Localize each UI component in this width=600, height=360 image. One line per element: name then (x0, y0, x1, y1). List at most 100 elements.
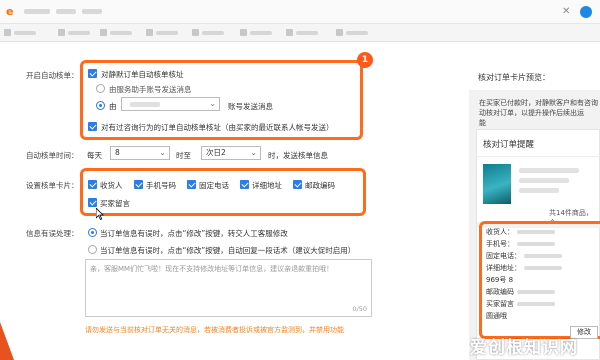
blurred-text (519, 168, 579, 173)
time-from-value: 8 (115, 148, 120, 157)
browser-top-bar: e ✕ (0, 0, 600, 24)
blurred-text (202, 31, 224, 35)
nav-item[interactable] (192, 28, 232, 38)
preview-desc-line: 动核对订单，以提升操作后续出运 (479, 109, 584, 117)
nav-item[interactable] (146, 28, 186, 38)
checkbox-consignee[interactable] (88, 180, 97, 189)
watermark: 爱创根知识网 (470, 338, 578, 358)
nav-icon (240, 29, 247, 36)
auto-verify-checkbox-label: 对静默订单自动核单核址 (101, 70, 184, 79)
blurred-value (517, 242, 555, 246)
error-handling-label: 信息有误处理： (26, 229, 79, 238)
time-from-select[interactable]: 8 ⌄ (110, 146, 170, 160)
blurred-text (156, 31, 178, 35)
blurred-text (56, 9, 76, 14)
close-icon[interactable]: ✕ (562, 6, 574, 18)
radio-manual-fix[interactable] (88, 228, 97, 237)
nav-item[interactable] (286, 28, 326, 38)
buyer-info-box: 收货人： 手机号： 固定电话： 详细地址： 969号 8 邮政编码 买家留言 圆… (479, 221, 600, 339)
card-title: 核对订单提醒 (483, 140, 535, 150)
checkbox-postcode[interactable] (293, 180, 302, 189)
checkbox-address[interactable] (240, 180, 249, 189)
blurred-text (296, 31, 318, 35)
decorative-corner (0, 322, 14, 360)
radio-custom-account[interactable] (96, 101, 105, 110)
warning-text: 请勿发送与当前核对订单无关的消息，若被消费者投诉或被官方监测到，并禁用功能 (85, 326, 344, 334)
card-item-label: 买家留言 (100, 199, 130, 208)
info-row: 圆通哦 (486, 311, 507, 321)
card-item-label: 手机号码 (146, 181, 176, 190)
nav-icon (146, 29, 153, 36)
preview-desc-line: 能 (479, 119, 486, 127)
textarea-placeholder: 亲，客服MM们忙飞啦！现在不支持修改地址等订单信息，建议亲退款重拍哦！ (90, 265, 334, 273)
time-prefix: 每天 (87, 151, 102, 160)
info-row: 详细地址： (486, 263, 562, 273)
nav-icon (286, 29, 293, 36)
auto-verify-checkbox[interactable] (88, 69, 97, 78)
info-row: 买家留言 (486, 299, 555, 309)
time-to-value: 次日2 (206, 148, 226, 157)
blurred-text (346, 31, 368, 35)
info-label: 圆通哦 (486, 312, 507, 320)
blurred-value (517, 302, 555, 306)
nav-item[interactable] (100, 28, 140, 38)
blurred-text (68, 31, 90, 35)
consult-checkbox-label: 对有过咨询行为的订单自动核单核址（由买家的最近联系人帐号发送） (101, 123, 334, 132)
nav-item[interactable] (336, 28, 376, 38)
nav-item[interactable] (4, 28, 44, 38)
radio-service-account-label: 由服务助手账号发送消息 (109, 85, 192, 94)
info-row: 手机号： (486, 239, 555, 249)
checkbox-phone[interactable] (134, 180, 143, 189)
blurred-value (517, 290, 555, 294)
nav-icon (100, 29, 107, 36)
mouse-cursor-icon (96, 208, 104, 220)
preview-title: 核对订单卡片预览： (478, 73, 550, 82)
radio-manual-fix-label: 当订单信息有误时，点击“修改”按键，转交人工客服修改 (100, 229, 288, 238)
blurred-value (524, 254, 562, 258)
nav-item[interactable] (58, 28, 98, 38)
checkbox-buyer-message[interactable] (88, 198, 97, 207)
app-icon[interactable] (580, 6, 592, 18)
nav-bar (0, 24, 600, 42)
blurred-text (519, 188, 559, 193)
info-label: 邮政编码 (486, 288, 514, 296)
account-suffix-label: 账号发送消息 (228, 102, 273, 111)
nav-item[interactable] (240, 28, 280, 38)
info-row: 邮政编码 (486, 287, 555, 297)
card-item-label: 收货人 (100, 181, 123, 190)
info-row: 969号 8 (486, 275, 513, 285)
blurred-text (14, 31, 36, 35)
info-label: 买家留言 (486, 300, 514, 308)
consult-checkbox[interactable] (88, 122, 97, 131)
app-logo: e (6, 5, 14, 18)
blurred-value (524, 266, 562, 270)
radio-service-account[interactable] (96, 84, 105, 93)
info-label: 手机号： (486, 240, 514, 248)
blurred-account (130, 102, 160, 107)
chevron-down-icon: ⌄ (209, 99, 216, 108)
blurred-text (82, 9, 102, 14)
card-item-label: 固定电话 (199, 181, 229, 190)
nav-icon (336, 29, 343, 36)
nav-icon (4, 29, 11, 36)
chevron-down-icon: ⌄ (250, 148, 257, 157)
preview-desc-line: 在买家已付款时，对静默客户和有咨询 (479, 99, 598, 107)
account-select[interactable]: ⌄ (121, 97, 220, 111)
checkbox-landline[interactable] (187, 180, 196, 189)
card-item-label: 邮政编码 (305, 181, 335, 190)
radio-auto-reply[interactable] (88, 245, 97, 254)
info-row: 固定电话： (486, 251, 562, 261)
time-label: 自动核单时间： (26, 151, 79, 160)
auto-verify-label: 开启自动核单： (26, 71, 79, 80)
blurred-text (250, 31, 272, 35)
info-label: 969号 8 (486, 276, 514, 284)
card-item-label: 详细地址 (252, 181, 282, 190)
time-to-label: 时至 (176, 151, 191, 160)
info-label: 收货人： (486, 228, 514, 236)
blurred-text (519, 178, 569, 183)
time-to-select[interactable]: 次日2 ⌄ (201, 146, 261, 160)
chevron-down-icon: ⌄ (159, 148, 166, 157)
auto-reply-textarea[interactable]: 亲，客服MM们忙飞啦！现在不支持修改地址等订单信息，建议亲退款重拍哦！ 0/50 (85, 259, 372, 317)
nav-icon (58, 29, 65, 36)
nav-icon (192, 29, 199, 36)
